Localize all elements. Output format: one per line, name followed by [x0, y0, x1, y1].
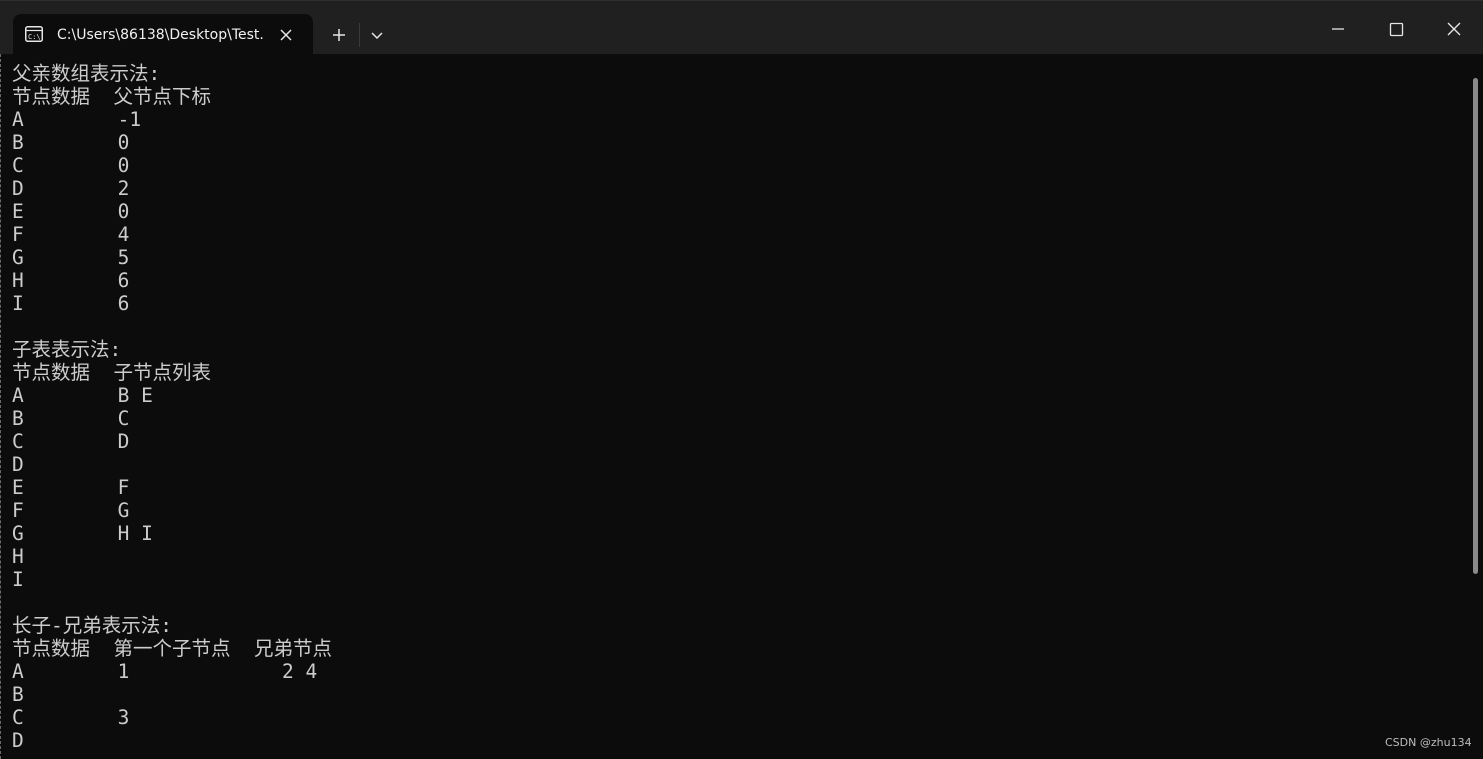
terminal-line: C 3 — [12, 706, 130, 729]
terminal-line: G 5 — [12, 246, 130, 269]
terminal-output-area[interactable]: 父亲数组表示法: 节点数据 父节点下标 A -1 B 0C 0D 2E 0F 4G 5… — [0, 54, 1473, 759]
terminal-line: F G — [12, 499, 130, 522]
terminal-line: 节点数据 子节点列表 — [12, 361, 211, 384]
terminal-line: B C — [12, 407, 130, 430]
terminal-line: D — [12, 453, 24, 476]
terminal-line: E 0 — [12, 200, 130, 223]
terminal-line: 子表表示法: — [12, 338, 122, 361]
watermark: CSDN @zhu134 — [1385, 736, 1472, 749]
terminal-line: B 0 — [12, 131, 130, 154]
terminal-line: I 6 — [12, 292, 130, 315]
terminal-line: A -1 — [12, 108, 142, 131]
terminal-window: C:\ C:\Users\86138\Desktop\Test. 父亲数组表示法… — [0, 0, 1483, 759]
terminal-line: F 4 — [12, 223, 130, 246]
title-bar[interactable]: C:\ C:\Users\86138\Desktop\Test. — [0, 0, 1483, 55]
new-tab-button[interactable] — [322, 22, 356, 48]
terminal-line: 节点数据 第一个子节点 兄弟节点 — [12, 637, 332, 660]
terminal-line: I — [12, 568, 24, 591]
chevron-down-icon[interactable] — [364, 22, 390, 48]
terminal-line: 长子-兄弟表示法: — [12, 614, 172, 637]
terminal-line: D — [12, 729, 24, 752]
close-tab-icon[interactable] — [275, 24, 297, 46]
terminal-line: C D — [12, 430, 130, 453]
terminal-icon: C:\ — [25, 26, 43, 42]
close-window-icon[interactable] — [1434, 9, 1474, 49]
terminal-line: H — [12, 545, 24, 568]
terminal-line: 节点数据 父节点下标 — [12, 85, 211, 108]
toolbar-divider — [359, 23, 360, 47]
minimize-icon[interactable] — [1318, 9, 1358, 49]
tab-title: C:\Users\86138\Desktop\Test. — [57, 27, 264, 43]
terminal-line: H 6 — [12, 269, 130, 292]
terminal-line: A 1 2 4 — [12, 660, 318, 683]
maximize-icon[interactable] — [1376, 9, 1416, 49]
terminal-output: 父亲数组表示法: 节点数据 父节点下标 A -1 B 0C 0D 2E 0F 4G 5… — [12, 62, 332, 752]
svg-text:C:\: C:\ — [28, 33, 41, 41]
tab-active[interactable]: C:\ C:\Users\86138\Desktop\Test. — [13, 14, 313, 55]
terminal-line: 父亲数组表示法: — [12, 62, 161, 85]
terminal-line: E F — [12, 476, 130, 499]
terminal-line: A B E — [12, 384, 153, 407]
terminal-line: B — [12, 683, 24, 706]
terminal-line: C 0 — [12, 154, 130, 177]
terminal-line: D 2 — [12, 177, 130, 200]
terminal-line: G H I — [12, 522, 153, 545]
vertical-scrollbar[interactable] — [1473, 78, 1478, 574]
